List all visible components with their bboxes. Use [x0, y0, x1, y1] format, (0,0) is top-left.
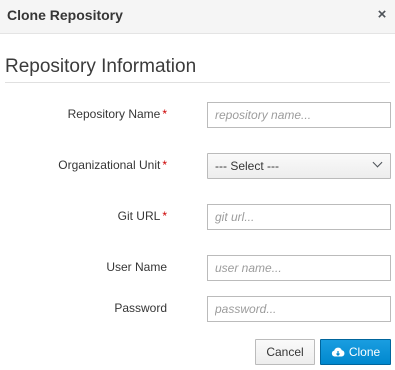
user-name-input[interactable] [207, 255, 391, 281]
required-marker: * [162, 209, 167, 223]
required-marker: * [162, 107, 167, 121]
repository-name-input[interactable] [207, 102, 391, 128]
close-icon[interactable]: × [376, 6, 388, 24]
section-title: Repository Information [5, 56, 197, 77]
password-input[interactable] [207, 296, 391, 322]
organizational-unit-selected-value: --- Select --- [215, 159, 279, 173]
cloud-download-icon [331, 347, 345, 357]
dialog-title: Clone Repository [7, 7, 123, 23]
required-marker: * [162, 158, 167, 172]
repository-name-label: Repository Name * [67, 107, 167, 121]
organizational-unit-label: Organizational Unit * [58, 158, 167, 172]
clone-repository-dialog: Clone Repository × Repository Informatio… [0, 0, 395, 370]
section-divider [5, 82, 390, 83]
cancel-button[interactable]: Cancel [255, 339, 315, 365]
clone-button[interactable]: Clone [320, 339, 391, 365]
git-url-input[interactable] [207, 204, 391, 230]
password-label: Password [114, 301, 167, 315]
dialog-header: Clone Repository × [0, 0, 395, 34]
organizational-unit-select[interactable]: --- Select --- [207, 153, 391, 179]
chevron-down-icon [372, 157, 383, 168]
git-url-label: Git URL * [117, 209, 167, 223]
user-name-label: User Name [106, 260, 167, 274]
